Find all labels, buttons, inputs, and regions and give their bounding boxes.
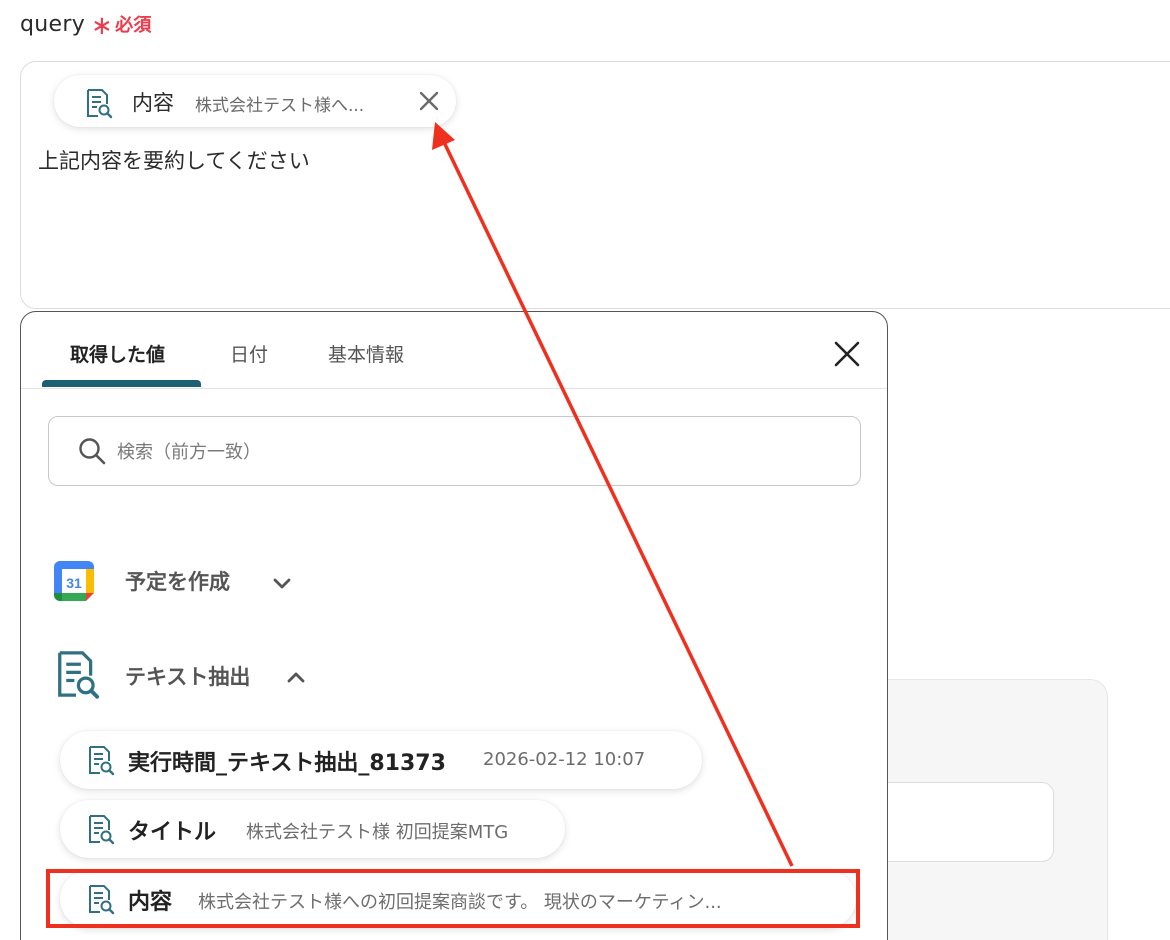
variable-picker-panel: 取得した値 日付 基本情報 検索（前方一致） 31 予定を作成 テキスト抽出 実… [20,311,888,940]
picker-tabs: 取得した値 日付 基本情報 [21,312,887,389]
tab-acquired-values[interactable]: 取得した値 [70,340,165,367]
text-extract-icon [84,813,116,845]
item-name: 実行時間_テキスト抽出_81373 [128,751,446,776]
group-text-extract[interactable]: テキスト抽出 [21,642,887,702]
tab-basic-info[interactable]: 基本情報 [328,340,404,367]
chevron-up-icon[interactable] [285,666,307,688]
required-asterisk: ∗ [91,11,114,41]
search-input[interactable] [115,435,819,469]
query-field-label: query ∗ 必須 [20,8,152,41]
close-icon[interactable] [416,88,442,114]
required-badge: 必須 [115,15,152,36]
field-name: query [20,12,86,37]
google-calendar-icon: 31 [54,561,94,601]
text-extract-icon [50,648,102,700]
variable-item-title[interactable]: タイトル 株式会社テスト様 初回提案MTG [60,800,565,858]
active-tab-indicator [42,380,201,387]
chip-name: 内容 [132,91,174,115]
item-value: 2026-02-12 10:07 [483,749,646,770]
close-icon[interactable] [833,340,861,368]
variable-item-execution-time[interactable]: 実行時間_テキスト抽出_81373 2026-02-12 10:07 [60,731,702,789]
text-extract-icon [82,87,114,119]
svg-text:31: 31 [66,575,82,591]
chip-value: 株式会社テスト様へ... [195,96,365,116]
item-value: 株式会社テスト様 初回提案MTG [246,822,509,843]
query-text: 上記内容を要約してください [38,149,310,173]
group-label: 予定を作成 [125,570,230,594]
text-extract-icon [84,744,116,776]
chevron-down-icon[interactable] [271,572,293,594]
variable-chip-content[interactable]: 内容 株式会社テスト様へ... [54,75,456,127]
group-calendar[interactable]: 31 予定を作成 [21,550,887,610]
search-icon [79,438,106,465]
highlight-annotation-box [46,869,860,928]
tab-date[interactable]: 日付 [230,340,268,367]
search-box [48,416,861,486]
background-input[interactable] [860,782,1054,862]
item-name: タイトル [128,820,217,845]
form-stage: query ∗ 必須 上記内容を要約してください 内容 株式会社テスト様へ... 取… [0,0,1170,940]
group-label: テキスト抽出 [125,665,251,689]
